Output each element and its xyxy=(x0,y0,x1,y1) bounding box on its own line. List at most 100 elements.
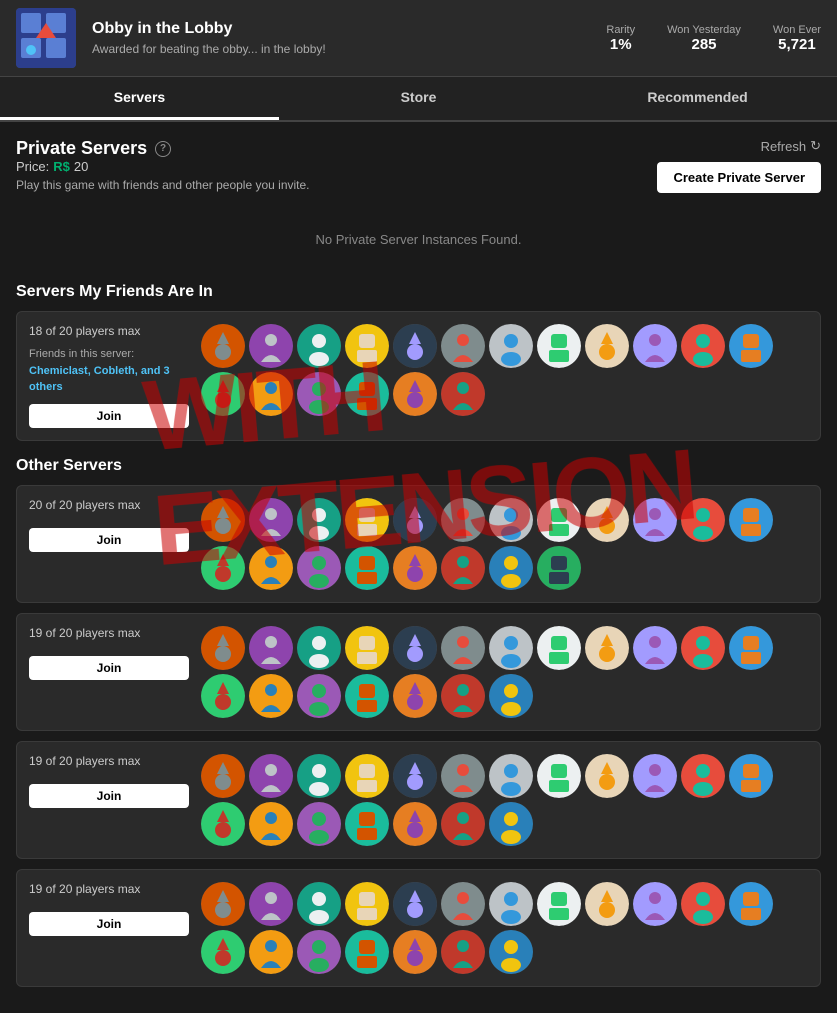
avatar xyxy=(585,324,629,368)
avatar xyxy=(345,626,389,670)
other-join-button[interactable]: Join xyxy=(29,656,189,680)
avatar xyxy=(201,930,245,974)
won-yesterday-stat: Won Yesterday 285 xyxy=(667,24,741,53)
other-avatars-grid xyxy=(201,882,808,974)
other-player-count: 19 of 20 players max xyxy=(29,626,189,640)
other-join-button[interactable]: Join xyxy=(29,784,189,808)
robux-icon: R$ xyxy=(53,159,70,174)
other-join-button[interactable]: Join xyxy=(29,912,189,936)
avatar xyxy=(537,882,581,926)
avatar xyxy=(249,498,293,542)
avatar xyxy=(345,372,389,416)
avatar xyxy=(297,802,341,846)
avatar xyxy=(297,882,341,926)
avatar xyxy=(297,754,341,798)
private-servers-right: Refresh ↻ Create Private Server xyxy=(657,138,821,193)
game-title: Obby in the Lobby xyxy=(92,20,590,38)
avatar xyxy=(201,754,245,798)
avatar xyxy=(489,802,533,846)
private-servers-title: Private Servers ? xyxy=(16,138,310,159)
avatar xyxy=(729,324,773,368)
avatar xyxy=(249,546,293,590)
avatar xyxy=(393,546,437,590)
avatar xyxy=(441,754,485,798)
avatar xyxy=(489,674,533,718)
friends-info: Friends in this server: Chemiclast, Cobl… xyxy=(29,346,189,396)
avatar xyxy=(489,626,533,670)
tab-recommended[interactable]: Recommended xyxy=(558,77,837,120)
avatar xyxy=(729,754,773,798)
avatar xyxy=(489,546,533,590)
won-yesterday-label: Won Yesterday xyxy=(667,24,741,36)
avatar xyxy=(249,674,293,718)
avatar xyxy=(537,626,581,670)
avatar xyxy=(585,626,629,670)
avatar xyxy=(345,802,389,846)
avatar xyxy=(345,754,389,798)
game-desc: Awarded for beating the obby... in the l… xyxy=(92,42,590,56)
rarity-label: Rarity xyxy=(606,24,635,36)
other-server-info: 19 of 20 players max Join xyxy=(29,882,189,936)
avatar xyxy=(393,754,437,798)
tab-servers[interactable]: Servers xyxy=(0,77,279,120)
friends-avatars-grid xyxy=(201,324,808,416)
avatar xyxy=(585,882,629,926)
avatar xyxy=(489,754,533,798)
no-instances-message: No Private Server Instances Found. xyxy=(16,212,821,267)
avatar xyxy=(201,802,245,846)
other-player-count: 19 of 20 players max xyxy=(29,882,189,896)
avatar xyxy=(489,930,533,974)
avatar xyxy=(729,626,773,670)
avatar xyxy=(249,324,293,368)
avatar xyxy=(249,802,293,846)
avatar xyxy=(681,882,725,926)
avatar xyxy=(345,498,389,542)
avatar xyxy=(585,754,629,798)
other-avatars-grid xyxy=(201,498,808,590)
create-private-server-button[interactable]: Create Private Server xyxy=(657,162,821,193)
avatar xyxy=(633,498,677,542)
avatar xyxy=(489,324,533,368)
price-value: 20 xyxy=(74,159,88,174)
avatar xyxy=(441,324,485,368)
avatar xyxy=(249,372,293,416)
avatar xyxy=(393,674,437,718)
avatar xyxy=(345,674,389,718)
friends-server-info: 18 of 20 players max Friends in this ser… xyxy=(29,324,189,428)
avatar xyxy=(489,882,533,926)
avatar xyxy=(297,626,341,670)
other-server-card: 19 of 20 players max Join xyxy=(16,741,821,859)
other-server-info: 19 of 20 players max Join xyxy=(29,626,189,680)
rarity-stat: Rarity 1% xyxy=(606,24,635,53)
main-content: Private Servers ? Price: R$ 20 Play this… xyxy=(0,122,837,1013)
help-icon[interactable]: ? xyxy=(155,141,171,157)
avatar xyxy=(297,324,341,368)
other-player-count: 19 of 20 players max xyxy=(29,754,189,768)
avatar xyxy=(297,372,341,416)
avatar xyxy=(537,754,581,798)
friends-section-title: Servers My Friends Are In xyxy=(16,283,821,301)
avatar xyxy=(249,930,293,974)
avatar xyxy=(633,626,677,670)
refresh-button[interactable]: Refresh ↻ xyxy=(761,138,821,154)
avatar xyxy=(393,498,437,542)
avatar xyxy=(249,882,293,926)
private-servers-header: Private Servers ? Price: R$ 20 Play this… xyxy=(16,138,821,204)
price-label: Price: xyxy=(16,159,49,174)
avatar xyxy=(633,324,677,368)
avatar xyxy=(441,674,485,718)
avatar xyxy=(393,372,437,416)
friends-player-count: 18 of 20 players max xyxy=(29,324,189,338)
avatar xyxy=(633,754,677,798)
other-player-count: 20 of 20 players max xyxy=(29,498,189,512)
avatar xyxy=(537,546,581,590)
avatar xyxy=(297,546,341,590)
friends-join-button[interactable]: Join xyxy=(29,404,189,428)
tab-store[interactable]: Store xyxy=(279,77,558,120)
other-avatars-grid xyxy=(201,626,808,718)
game-info: Obby in the Lobby Awarded for beating th… xyxy=(92,20,590,56)
other-server-card: 19 of 20 players max Join xyxy=(16,869,821,987)
other-server-info: 19 of 20 players max Join xyxy=(29,754,189,808)
other-join-button[interactable]: Join xyxy=(29,528,189,552)
won-ever-value: 5,721 xyxy=(778,36,816,53)
